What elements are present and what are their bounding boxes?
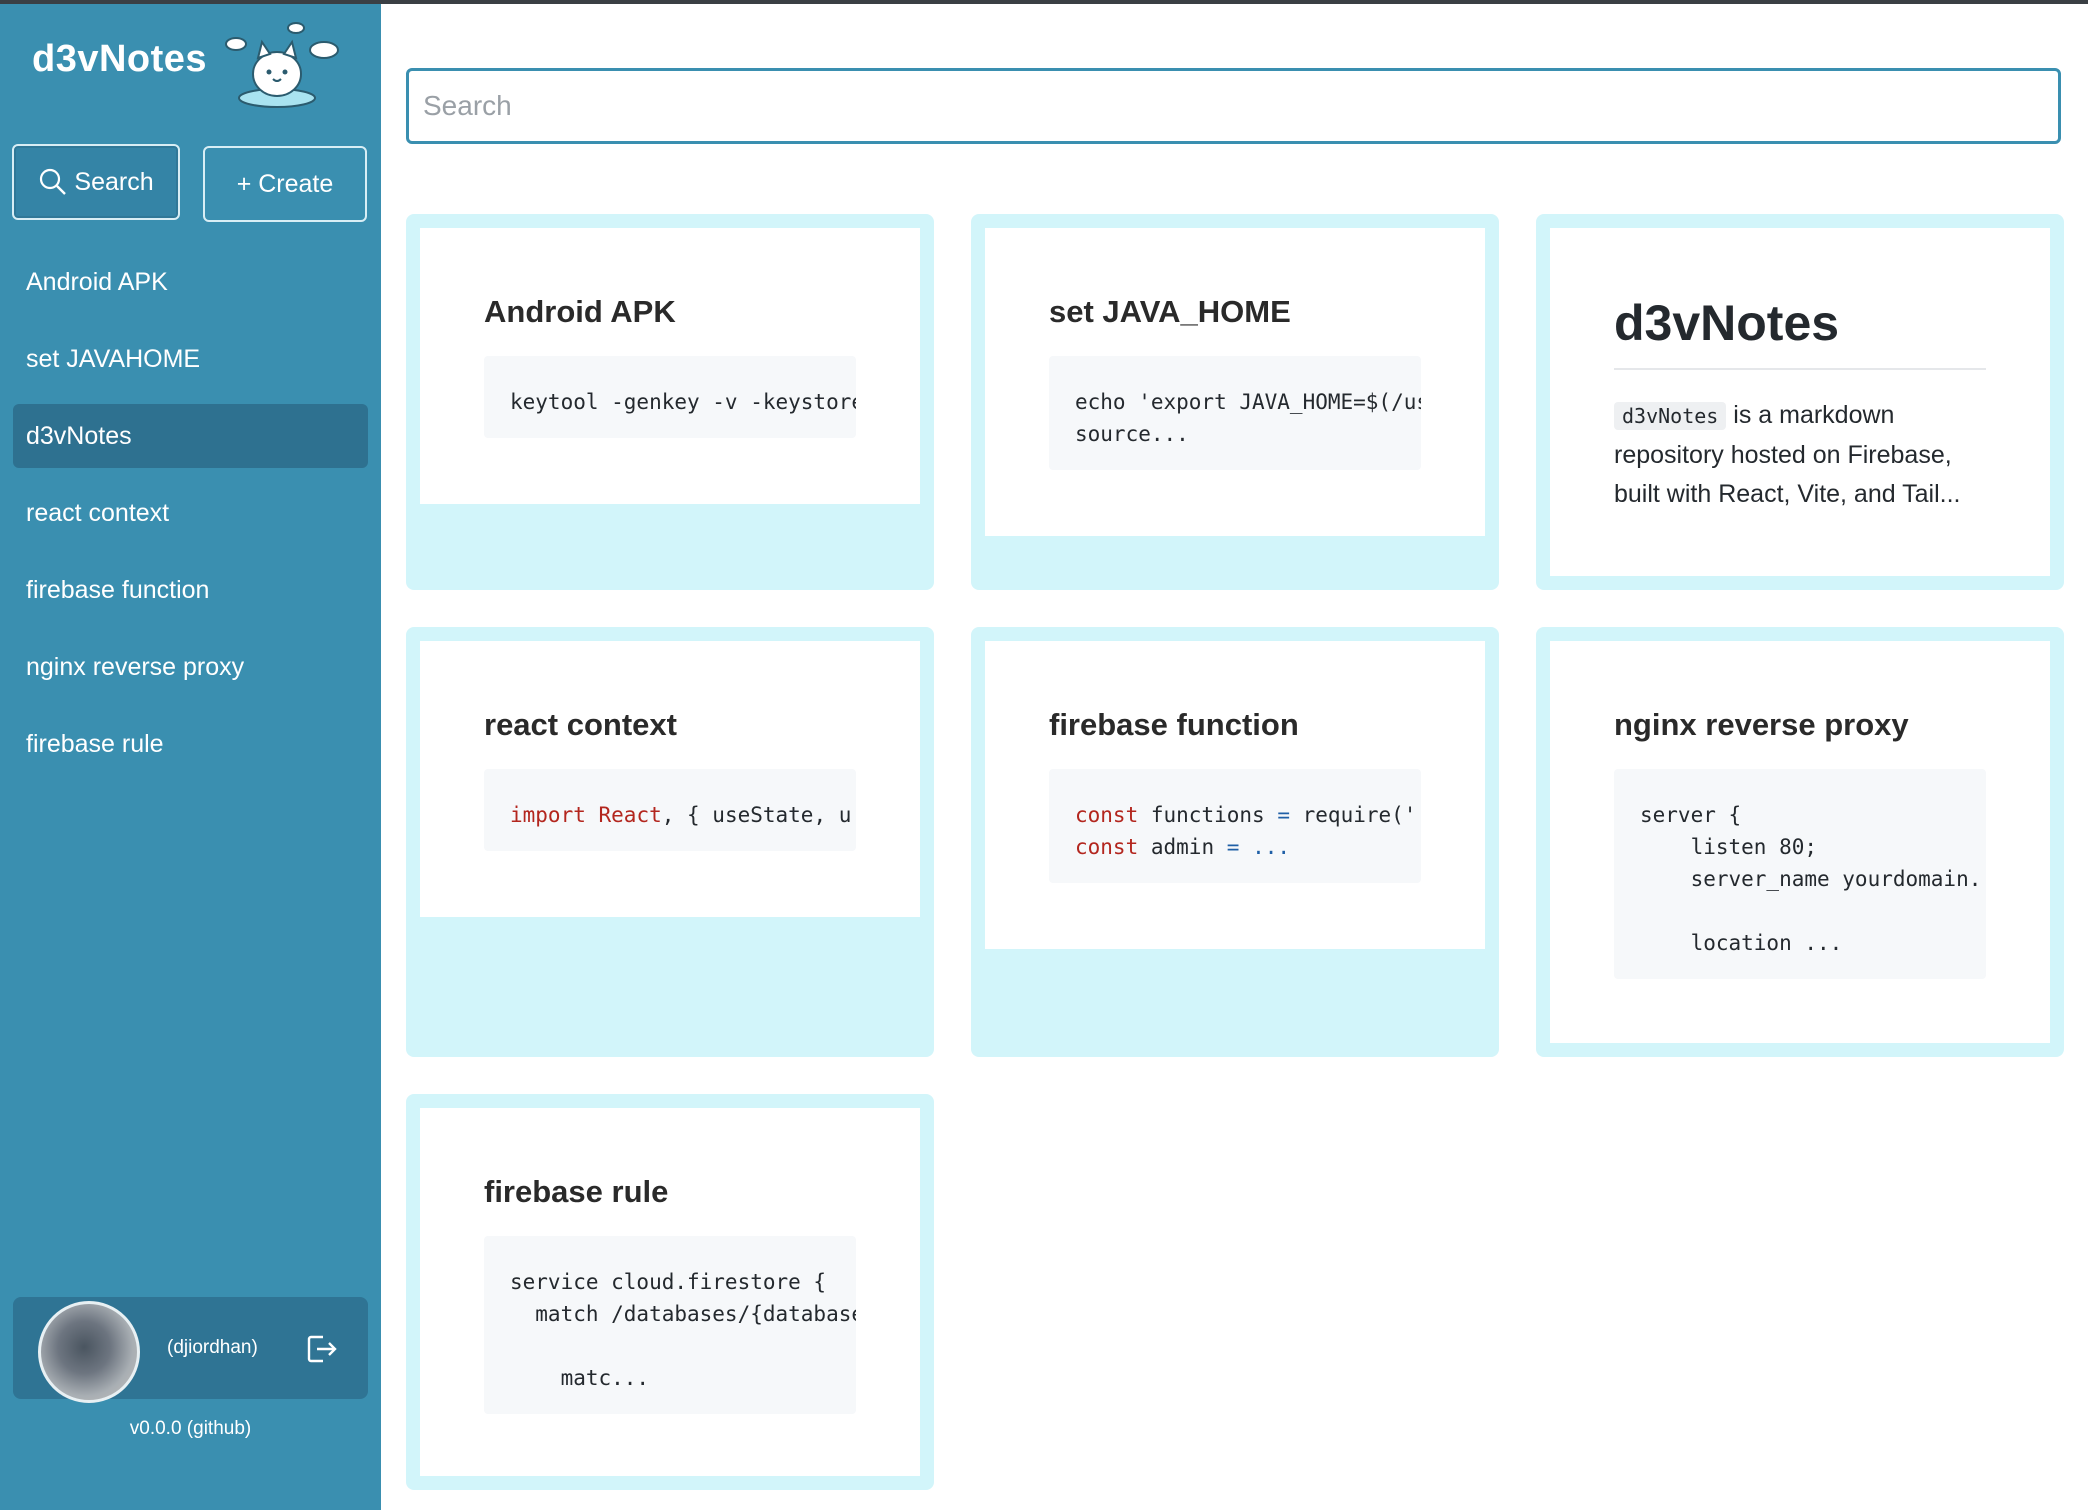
search-button-label: Search bbox=[74, 167, 154, 196]
logout-icon[interactable] bbox=[303, 1331, 339, 1367]
code-text: , { useState, u bbox=[661, 803, 852, 827]
code-line: server { bbox=[1640, 803, 1742, 827]
code-line: matc... bbox=[510, 1366, 650, 1390]
sidebar-item-firebase-function[interactable]: firebase function bbox=[13, 558, 368, 622]
notes-nav: Android APK set JAVAHOME d3vNotes react … bbox=[13, 250, 368, 789]
note-title: set JAVA_HOME bbox=[1049, 294, 1291, 329]
code-operator: = bbox=[1277, 803, 1290, 827]
search-button[interactable]: Search bbox=[12, 144, 180, 220]
note-title: react context bbox=[484, 707, 677, 742]
code-keyword: const bbox=[1075, 803, 1139, 827]
code-preview: server { listen 80; server_name yourdoma… bbox=[1614, 769, 1986, 979]
create-button[interactable]: + Create bbox=[203, 146, 367, 222]
note-title: firebase function bbox=[1049, 707, 1299, 742]
note-title: firebase rule bbox=[484, 1174, 669, 1209]
sidebar-item-set-javahome[interactable]: set JAVAHOME bbox=[13, 327, 368, 391]
code-line: echo 'export JAVA_HOME=$(/us bbox=[1075, 390, 1421, 414]
code-line: service cloud.firestore { bbox=[510, 1270, 827, 1294]
code-text: require(' bbox=[1302, 803, 1417, 827]
note-card[interactable]: d3vNotes d3vNotes is a markdown reposito… bbox=[1536, 214, 2064, 590]
code-text: admin bbox=[1150, 835, 1215, 859]
code-line: match /databases/{database bbox=[510, 1302, 856, 1326]
code-preview: const functions = require(' const admin … bbox=[1049, 769, 1421, 883]
version-link[interactable]: v0.0.0 (github) bbox=[0, 1418, 381, 1440]
avatar[interactable] bbox=[38, 1301, 140, 1403]
cat-cloud-logo-icon bbox=[225, 22, 339, 108]
note-card[interactable]: firebase function const functions = requ… bbox=[971, 627, 1499, 1057]
sidebar: d3vNotes Search + Create Android APK set… bbox=[0, 4, 381, 1510]
app-name: d3vNotes bbox=[32, 38, 208, 80]
code-preview: echo 'export JAVA_HOME=$(/us source... bbox=[1049, 356, 1421, 470]
sidebar-item-android-apk[interactable]: Android APK bbox=[13, 250, 368, 314]
sidebar-item-firebase-rule[interactable]: firebase rule bbox=[13, 712, 368, 776]
code-line: location ... bbox=[1640, 931, 1843, 955]
logo[interactable]: d3vNotes bbox=[32, 22, 339, 108]
note-title: d3vNotes bbox=[1614, 294, 1986, 370]
sidebar-item-d3vnotes[interactable]: d3vNotes bbox=[13, 404, 368, 468]
code-preview: service cloud.firestore { match /databas… bbox=[484, 1236, 856, 1414]
search-icon bbox=[40, 168, 67, 195]
code-keyword: const bbox=[1075, 835, 1139, 859]
username: (djiordhan) bbox=[167, 1337, 258, 1358]
sidebar-item-nginx-reverse-proxy[interactable]: nginx reverse proxy bbox=[13, 635, 368, 699]
sidebar-item-react-context[interactable]: react context bbox=[13, 481, 368, 545]
note-card[interactable]: nginx reverse proxy server { listen 80; … bbox=[1536, 627, 2064, 1057]
note-card[interactable]: firebase rule service cloud.firestore { … bbox=[406, 1094, 934, 1490]
note-card[interactable]: react context import React, { useState, … bbox=[406, 627, 934, 1057]
note-excerpt: d3vNotes is a markdown repository hosted… bbox=[1614, 396, 1994, 514]
note-title: Android APK bbox=[484, 294, 676, 329]
code-keyword: import bbox=[510, 803, 586, 827]
code-line: listen 80; bbox=[1640, 835, 1818, 859]
code-preview: import React, { useState, u bbox=[484, 769, 856, 851]
note-card[interactable]: set JAVA_HOME echo 'export JAVA_HOME=$(/… bbox=[971, 214, 1499, 590]
code-operator: = bbox=[1226, 835, 1240, 859]
search-input[interactable] bbox=[406, 68, 2061, 144]
code-keyword: React bbox=[598, 803, 662, 827]
code-preview: keytool -genkey -v -keystore bbox=[484, 356, 856, 438]
note-title: nginx reverse proxy bbox=[1614, 707, 1909, 742]
code-text: ... bbox=[1252, 835, 1290, 859]
code-line: source... bbox=[1075, 422, 1189, 446]
code-line: server_name yourdomain. bbox=[1640, 867, 1982, 891]
note-card[interactable]: Android APK keytool -genkey -v -keystore bbox=[406, 214, 934, 590]
inline-code: d3vNotes bbox=[1614, 402, 1727, 430]
user-panel: (djiordhan) bbox=[13, 1297, 368, 1403]
code-text: functions bbox=[1150, 803, 1265, 827]
code-line: keytool -genkey -v -keystore bbox=[510, 390, 856, 414]
